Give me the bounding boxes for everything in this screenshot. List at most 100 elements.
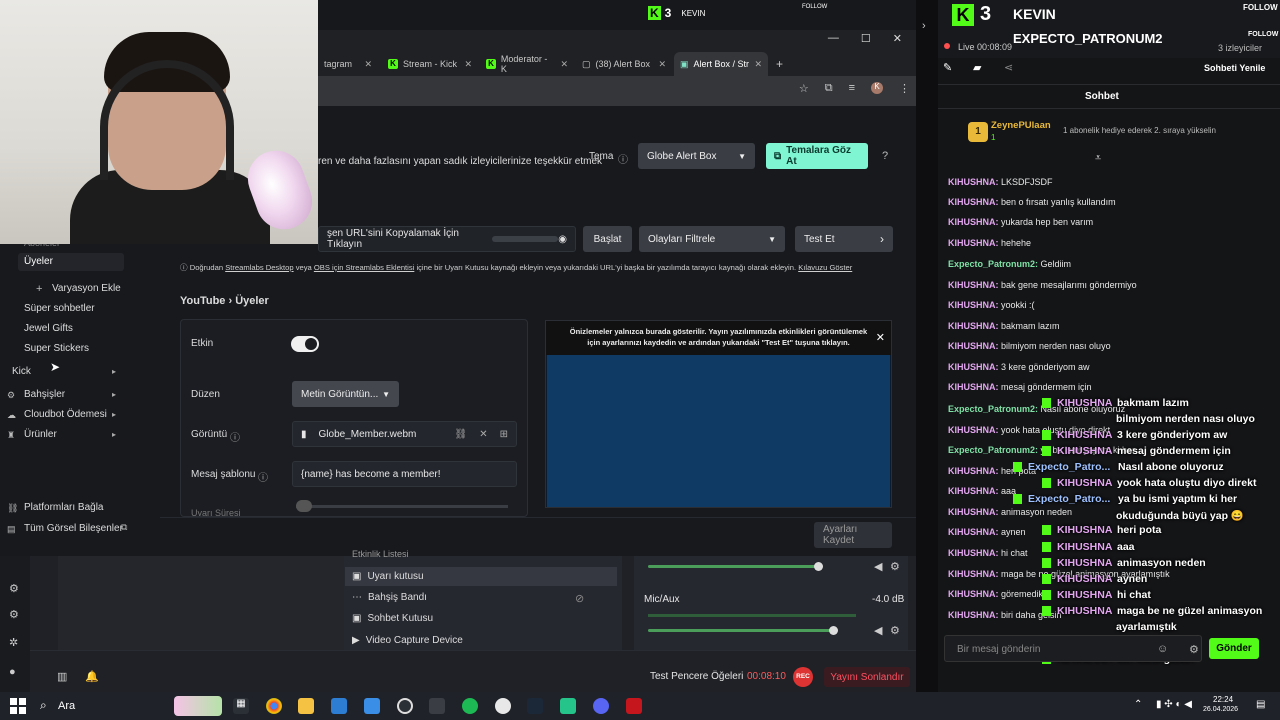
chrome-icon[interactable]: [266, 698, 282, 714]
collapse-icon[interactable]: ›: [922, 20, 926, 32]
bookmark-star-icon[interactable]: ☆: [799, 82, 809, 95]
tab-instagram[interactable]: tagram ✕: [318, 52, 378, 76]
sidebar-item-products[interactable]: Ürünler: [24, 429, 57, 440]
image-field[interactable]: ▮ Globe_Member.webm ⛓ ✕ ⊞: [292, 421, 517, 447]
media-icon[interactable]: ≡: [849, 82, 855, 95]
help-icon[interactable]: ?: [882, 150, 888, 162]
refresh-chat-button[interactable]: Sohbeti Yenile: [1204, 63, 1265, 73]
chat-username[interactable]: KIHUSHNA: [948, 321, 996, 331]
chat-username[interactable]: KIHUSHNA: [948, 589, 996, 599]
taskbar-search[interactable]: Ara: [58, 700, 75, 712]
streamlabs-icon[interactable]: [560, 698, 576, 714]
app-icon[interactable]: [495, 698, 511, 714]
info-icon[interactable]: ⓘ: [258, 469, 268, 484]
close-tab-icon[interactable]: ✕: [464, 59, 472, 70]
obs-icon[interactable]: [397, 698, 413, 714]
tray-icons[interactable]: ▮ ✣ ◐ ◀: [1156, 699, 1192, 710]
eye-icon[interactable]: ◉: [558, 234, 567, 245]
chat-username[interactable]: KIHUSHNA: [948, 197, 996, 207]
expand-icon[interactable]: ⩡: [1095, 152, 1101, 165]
source-item[interactable]: Etkinlik Listesi: [352, 550, 409, 558]
minimize-icon[interactable]: —: [828, 32, 839, 45]
tray-chevron-icon[interactable]: ⌃: [1134, 699, 1142, 710]
close-notice-icon[interactable]: ✕: [876, 331, 885, 344]
chat-username[interactable]: KIHUSHNA: [948, 466, 996, 476]
sidebar-item-donations[interactable]: Bahşişler: [24, 389, 65, 400]
layout-dropdown[interactable]: Metin Görüntün... ▼: [292, 381, 399, 407]
chat-input[interactable]: Bir mesaj gönderin ☺ ⚙: [944, 635, 1202, 662]
chat-username[interactable]: KIHUSHNA: [948, 362, 996, 372]
speaker-icon[interactable]: ◀: [874, 560, 882, 573]
settings-icon[interactable]: ✲: [9, 636, 18, 649]
sidebar-item-members[interactable]: Üyeler: [18, 253, 124, 271]
send-button[interactable]: Gönder: [1209, 638, 1259, 659]
browse-themes-button[interactable]: ⧉ Temalara Göz At: [766, 143, 868, 169]
tab-alert-box-38[interactable]: ▢ (38) Alert Box ✕: [576, 52, 672, 76]
chat-username[interactable]: KIHUSHNA: [948, 507, 996, 517]
gear-icon[interactable]: ⚙: [9, 608, 19, 621]
speaker-icon[interactable]: ◀: [874, 624, 882, 637]
gear-icon[interactable]: ⚙: [890, 560, 900, 573]
gear-icon[interactable]: ⚙: [1189, 643, 1199, 656]
menu-dots-icon[interactable]: ⋮: [899, 82, 910, 95]
emoji-icon[interactable]: ☺: [1157, 643, 1168, 655]
new-tab-button[interactable]: +: [770, 52, 792, 76]
windows-start-icon[interactable]: [10, 698, 26, 714]
close-tab-icon[interactable]: ✕: [754, 59, 762, 70]
obs-plugin-link[interactable]: OBS için Streamlabs Eklentisi: [314, 263, 414, 272]
source-item-video-capture[interactable]: ▶ Video Capture Device: [352, 635, 463, 646]
theme-dropdown[interactable]: Globe Alert Box ▼: [638, 143, 755, 169]
streamlabs-desktop-link[interactable]: Streamlabs Desktop: [225, 263, 293, 272]
show-guide-link[interactable]: Kılavuzu Göster: [798, 263, 852, 272]
test-windows-button[interactable]: Test Pencere Öğeleri: [650, 671, 743, 682]
chat-username[interactable]: KIHUSHNA: [948, 425, 996, 435]
save-settings-button[interactable]: Ayarları Kaydet: [814, 522, 892, 548]
discord-icon[interactable]: [593, 698, 609, 714]
chat-username[interactable]: Expecto_Patronum2: [948, 404, 1035, 414]
duration-slider-knob[interactable]: [296, 500, 312, 512]
chat-username[interactable]: KIHUSHNA: [948, 486, 996, 496]
connect-platforms-link[interactable]: Platformları Bağla: [24, 502, 103, 513]
tab-alert-box-active[interactable]: ▣ Alert Box / Str ✕: [674, 52, 768, 76]
close-icon[interactable]: ✕: [893, 32, 902, 45]
chat-username[interactable]: KIHUSHNA: [948, 548, 996, 558]
remove-icon[interactable]: ✕: [479, 429, 487, 440]
template-input[interactable]: {name} has become a member!: [292, 461, 517, 487]
notifications-icon[interactable]: ▤: [1256, 699, 1265, 710]
steam-icon[interactable]: [527, 698, 543, 714]
notification-icon[interactable]: 🔔: [85, 670, 99, 683]
extensions-icon[interactable]: ⧉: [825, 82, 833, 95]
stats-icon[interactable]: ▥: [57, 670, 67, 683]
profile-avatar[interactable]: K: [871, 82, 883, 94]
volume-slider-desktop[interactable]: [648, 565, 818, 568]
chat-username[interactable]: KIHUSHNA: [948, 300, 996, 310]
sidebar-item-super-chats[interactable]: Süper sohbetler: [24, 303, 95, 314]
chat-username[interactable]: KIHUSHNA: [948, 177, 996, 187]
sidebar-item-jewel-gifts[interactable]: Jewel Gifts: [24, 323, 73, 334]
maximize-icon[interactable]: ☐: [861, 32, 871, 45]
gear-icon[interactable]: ⚙: [890, 624, 900, 637]
all-widgets-link[interactable]: Tüm Görsel Bileşenler: [24, 523, 123, 534]
chat-username[interactable]: KIHUSHNA: [948, 341, 996, 351]
record-button[interactable]: REC: [793, 667, 813, 687]
app-red-icon[interactable]: [626, 698, 642, 714]
volume-knob[interactable]: [829, 626, 838, 635]
spotify-icon[interactable]: [462, 698, 478, 714]
close-tab-icon[interactable]: ✕: [364, 59, 372, 70]
chat-username[interactable]: KIHUSHNA: [948, 238, 996, 248]
enabled-toggle[interactable]: [291, 336, 319, 352]
chat-username[interactable]: KIHUSHNA: [948, 382, 996, 392]
file-explorer-icon[interactable]: [298, 698, 314, 714]
close-tab-icon[interactable]: ✕: [560, 59, 568, 70]
test-button[interactable]: Test Et ›: [795, 226, 893, 252]
chat-username[interactable]: KIHUSHNA: [948, 610, 996, 620]
folder-icon[interactable]: ▰: [973, 61, 981, 74]
info-icon[interactable]: ⓘ: [230, 429, 240, 444]
capcut-icon[interactable]: [429, 698, 445, 714]
volume-knob[interactable]: [814, 562, 823, 571]
address-bar[interactable]: ☆ ⧉ ≡ K ⋮: [318, 76, 916, 106]
store-icon[interactable]: [331, 698, 347, 714]
tab-moderator[interactable]: K Moderator - K ✕: [480, 52, 574, 76]
end-stream-button[interactable]: Yayını Sonlandır: [824, 667, 910, 687]
source-item-tip-bar[interactable]: ⋯ Bahşiş Bandı: [352, 592, 427, 603]
